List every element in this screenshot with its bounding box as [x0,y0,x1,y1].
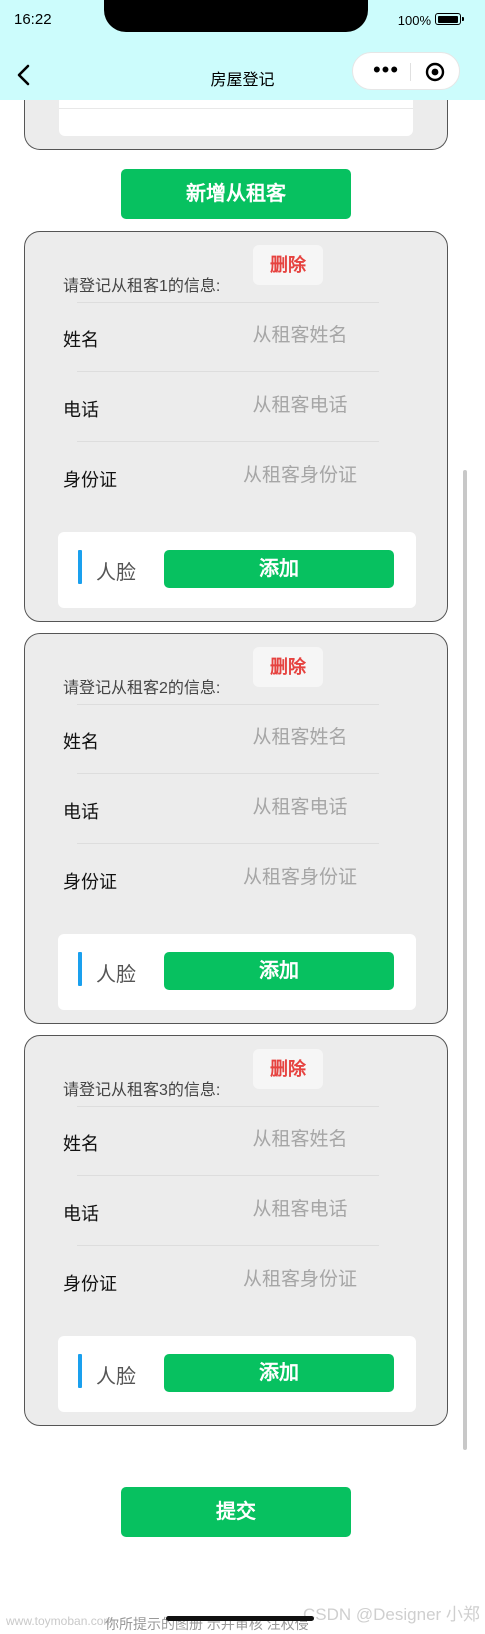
tenant-phone-input[interactable] [195,1195,405,1225]
add-face-button[interactable]: 添加 [164,1354,394,1392]
name-label: 姓名 [63,330,99,350]
close-target-icon[interactable] [425,62,445,82]
divider [77,773,379,774]
owner-card-inner [59,100,413,136]
mini-program-capsule: ••• [352,52,460,90]
delete-tenant-button[interactable]: 删除 [253,1049,323,1089]
tenant-id-card-input[interactable] [195,863,405,893]
add-tenant-button[interactable]: 新增从租客 [121,169,351,219]
watermark-author: CSDN @Designer 小郑 [303,1605,480,1624]
divider [77,441,379,442]
divider [77,371,379,372]
id-card-label: 身份证 [63,470,117,490]
divider [77,704,379,705]
phone-label: 电话 [63,802,99,822]
phone-label: 电话 [63,400,99,420]
tenant-card-2: 删除 请登记从租客2的信息: 姓名 电话 身份证 人脸 添加 [24,633,448,1024]
tenant-card-title: 请登记从租客3的信息: [63,1082,221,1099]
status-time: 16:22 [14,11,52,28]
divider [77,302,379,303]
id-card-label: 身份证 [63,872,117,892]
phone-label: 电话 [63,1204,99,1224]
add-face-button[interactable]: 添加 [164,952,394,990]
battery-percent: 100% [397,13,431,28]
divider [77,1175,379,1176]
submit-button[interactable]: 提交 [121,1487,351,1537]
battery-icon [435,13,464,25]
face-accent-bar [78,952,82,986]
face-section: 人脸 添加 [58,1336,416,1412]
divider [77,843,379,844]
face-section: 人脸 添加 [58,934,416,1010]
notch [104,0,368,32]
tenant-name-input[interactable] [195,723,405,753]
scrollbar[interactable] [463,470,467,1450]
capsule-divider [410,63,411,81]
watermark-site: www.toymoban.com [6,1614,114,1628]
name-label: 姓名 [63,732,99,752]
tenant-card-title: 请登记从租客1的信息: [63,278,221,295]
tenant-id-card-input[interactable] [195,1265,405,1295]
divider [77,1245,379,1246]
face-label: 人脸 [96,1366,136,1388]
more-icon[interactable]: ••• [367,59,405,83]
face-accent-bar [78,1354,82,1388]
status-bar: 16:22 100% 房屋登记 ••• [0,0,485,100]
delete-tenant-button[interactable]: 删除 [253,245,323,285]
home-indicator [166,1616,314,1621]
divider [59,108,413,109]
add-face-button[interactable]: 添加 [164,550,394,588]
tenant-card-title: 请登记从租客2的信息: [63,680,221,697]
name-label: 姓名 [63,1134,99,1154]
face-label: 人脸 [96,562,136,584]
id-card-label: 身份证 [63,1274,117,1294]
divider [77,1106,379,1107]
delete-tenant-button[interactable]: 删除 [253,647,323,687]
face-section: 人脸 添加 [58,532,416,608]
tenant-card-1: 删除 请登记从租客1的信息: 姓名 电话 身份证 人脸 添加 [24,231,448,622]
tenant-name-input[interactable] [195,1125,405,1155]
tenant-name-input[interactable] [195,321,405,351]
tenant-id-card-input[interactable] [195,461,405,491]
tenant-phone-input[interactable] [195,793,405,823]
tenant-card-3: 删除 请登记从租客3的信息: 姓名 电话 身份证 人脸 添加 [24,1035,448,1426]
face-accent-bar [78,550,82,584]
owner-card-bottom [24,100,448,150]
tenant-phone-input[interactable] [195,391,405,421]
face-label: 人脸 [96,964,136,986]
